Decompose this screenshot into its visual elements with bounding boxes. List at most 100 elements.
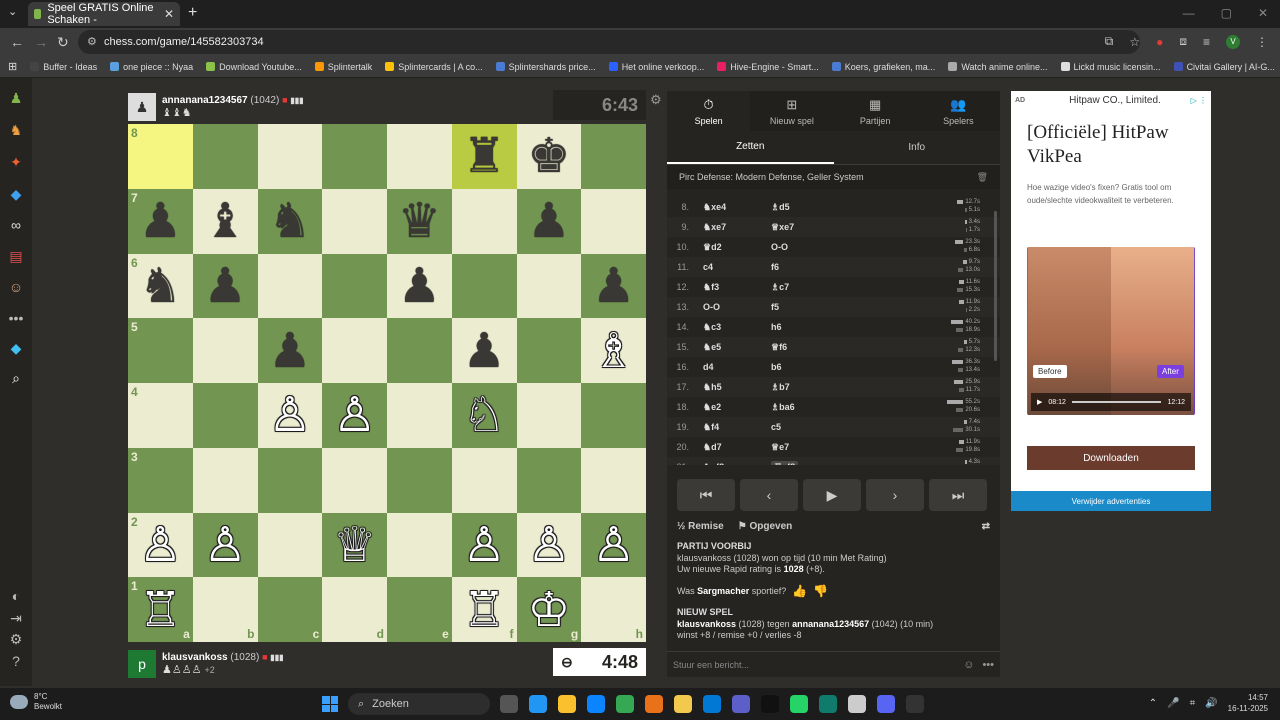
bookmark-item[interactable]: Download Youtube... xyxy=(206,62,302,72)
first-move-button[interactable]: ⏮ xyxy=(677,479,735,511)
minimize-icon[interactable]: — xyxy=(1183,6,1195,20)
social-icon[interactable]: ☺ xyxy=(8,279,24,295)
square-c2[interactable] xyxy=(257,512,323,578)
chess-piece[interactable]: ♕ xyxy=(333,521,376,569)
square-d5[interactable] xyxy=(322,318,387,383)
black-move[interactable]: f5 xyxy=(771,302,839,312)
media-controls-icon[interactable]: ≡ xyxy=(1203,35,1210,49)
black-move[interactable]: h6 xyxy=(771,322,839,332)
taskbar-app-icon[interactable] xyxy=(790,695,808,713)
panel-tab-nieuw-spel[interactable]: ⊞ Nieuw spel xyxy=(750,91,833,131)
square-h5[interactable]: ♗ xyxy=(581,318,646,383)
square-a8[interactable]: 8 xyxy=(128,124,193,189)
remise-button[interactable]: ½ Remise xyxy=(677,521,724,532)
chess-piece[interactable]: ♟ xyxy=(527,197,570,245)
square-f3[interactable] xyxy=(451,447,517,513)
flip-board-icon[interactable]: ⇄ xyxy=(982,521,990,532)
square-b5[interactable] xyxy=(192,318,258,383)
chess-board[interactable]: 8 ♜ ♚ 7 ♟ ♝ ♞ ♛ ♟ 6 ♞ ♟ ♟ ♟ 5 ♟ ♟ ♗ 4 ♙ ♙ ♘ 3 2 ♙ ♙ ♕ ♙ ♙ ♙ 1 a ♖ b c d e f ♖ g… xyxy=(128,124,646,642)
square-e8[interactable] xyxy=(387,124,452,189)
chess-piece[interactable]: ♞ xyxy=(139,262,182,310)
opening-name[interactable]: Pirc Defense: Modern Defense, Geller Sys… xyxy=(679,172,864,182)
bookmark-item[interactable]: Watch anime online... xyxy=(948,62,1048,72)
start-windows-icon[interactable] xyxy=(322,696,338,712)
chess-piece[interactable]: ♛ xyxy=(398,197,441,245)
white-move[interactable]: ♞c3 xyxy=(703,322,771,333)
square-d6[interactable] xyxy=(322,253,387,319)
taskbar-search[interactable]: ⌕ Zoeken xyxy=(348,693,490,715)
chess-piece[interactable]: ♟ xyxy=(592,262,635,310)
chess-piece[interactable]: ♙ xyxy=(204,521,247,569)
white-move[interactable]: ♞f3 xyxy=(703,282,771,293)
white-move[interactable]: ♞xf8 xyxy=(703,462,771,466)
bookmark-item[interactable]: Koers, grafieken, ma... xyxy=(831,62,935,72)
bottom-player-avatar[interactable]: p xyxy=(128,650,156,678)
square-g7[interactable]: ♟ xyxy=(516,188,582,254)
square-b3[interactable] xyxy=(192,447,258,513)
square-c7[interactable]: ♞ xyxy=(257,188,323,254)
ad-video-track[interactable] xyxy=(1071,401,1162,403)
square-b2[interactable]: ♙ xyxy=(192,512,258,578)
square-a6[interactable]: 6 ♞ xyxy=(128,253,193,319)
profile-avatar[interactable]: V xyxy=(1226,34,1240,49)
chess-piece[interactable]: ♙ xyxy=(268,391,311,439)
ad-image[interactable]: Before After ▶ 08:12 12:12 xyxy=(1027,247,1195,415)
chess-piece[interactable]: ♟ xyxy=(204,262,247,310)
ad-play-icon[interactable]: ▶ xyxy=(1037,398,1042,406)
chess-piece[interactable]: ♟ xyxy=(463,327,506,375)
square-c6[interactable] xyxy=(257,253,323,319)
white-move[interactable]: O-O xyxy=(703,302,771,312)
premium-diamond-icon[interactable]: ◆ xyxy=(8,340,24,356)
black-move[interactable]: f6 xyxy=(771,262,839,272)
chess-piece[interactable]: ♙ xyxy=(527,521,570,569)
white-move[interactable]: c4 xyxy=(703,262,771,272)
square-e1[interactable]: e xyxy=(387,577,452,642)
tab-zetten[interactable]: Zetten xyxy=(667,131,834,164)
chess-piece[interactable]: ♜ xyxy=(463,132,506,180)
browser-tab[interactable]: Speel GRATIS Online Schaken - ✕ xyxy=(28,2,180,26)
adchoices-icon[interactable]: ▷ ⋮ xyxy=(1191,96,1207,105)
ad-company[interactable]: Hitpaw CO., Limited. xyxy=(1069,95,1161,106)
square-h8[interactable] xyxy=(581,124,646,189)
close-tab-icon[interactable]: ✕ xyxy=(164,7,174,21)
chess-piece[interactable]: ♗ xyxy=(592,327,635,375)
square-f2[interactable]: ♙ xyxy=(451,512,517,578)
panel-tab-partijen[interactable]: ▦ Partijen xyxy=(834,91,917,131)
chess-piece[interactable]: ♔ xyxy=(527,586,570,634)
taskbar-app-icon[interactable] xyxy=(848,695,866,713)
black-move[interactable]: ♗b7 xyxy=(771,382,839,393)
chess-piece[interactable]: ♟ xyxy=(398,262,441,310)
tab-info[interactable]: Info xyxy=(834,131,1001,164)
square-a5[interactable]: 5 xyxy=(128,318,193,383)
learn-icon[interactable]: ◆ xyxy=(8,186,24,202)
taskbar-app-icon[interactable] xyxy=(703,695,721,713)
square-e5[interactable] xyxy=(387,318,452,383)
bookmark-item[interactable]: Buffer - Ideas xyxy=(30,62,97,72)
white-move[interactable]: ♞h5 xyxy=(703,382,771,393)
square-d4[interactable]: ♙ xyxy=(322,383,387,448)
clock-date[interactable]: 14:57 16-11-2025 xyxy=(1228,692,1268,714)
weather-widget[interactable]: 8°C Bewolkt xyxy=(10,692,62,712)
play-icon[interactable]: ♞ xyxy=(8,122,24,138)
chess-piece[interactable]: ♚ xyxy=(527,132,570,180)
more-icon[interactable]: ••• xyxy=(8,310,24,326)
square-h2[interactable]: ♙ xyxy=(581,512,646,578)
extension-red-icon[interactable]: ● xyxy=(1156,35,1163,49)
square-f6[interactable] xyxy=(451,253,517,319)
bookmark-item[interactable]: Splintershards price... xyxy=(495,62,596,72)
square-e4[interactable] xyxy=(387,383,452,448)
square-a4[interactable]: 4 xyxy=(128,383,193,448)
square-e2[interactable] xyxy=(387,512,452,578)
white-move[interactable]: ♞xe4 xyxy=(703,202,771,213)
restore-icon[interactable]: ▢ xyxy=(1221,6,1232,20)
bookmark-star-icon[interactable]: ☆ xyxy=(1129,35,1140,49)
square-g5[interactable] xyxy=(516,318,582,383)
square-f1[interactable]: f ♖ xyxy=(451,577,517,642)
bottom-player-name[interactable]: klausvankoss xyxy=(162,652,228,663)
square-e6[interactable]: ♟ xyxy=(387,253,452,319)
thumbs-down-icon[interactable]: 👎 xyxy=(813,585,828,598)
square-g1[interactable]: g ♔ xyxy=(516,577,582,642)
square-h6[interactable]: ♟ xyxy=(581,253,646,319)
chess-piece[interactable]: ♟ xyxy=(139,197,182,245)
white-move[interactable]: ♞d7 xyxy=(703,442,771,453)
